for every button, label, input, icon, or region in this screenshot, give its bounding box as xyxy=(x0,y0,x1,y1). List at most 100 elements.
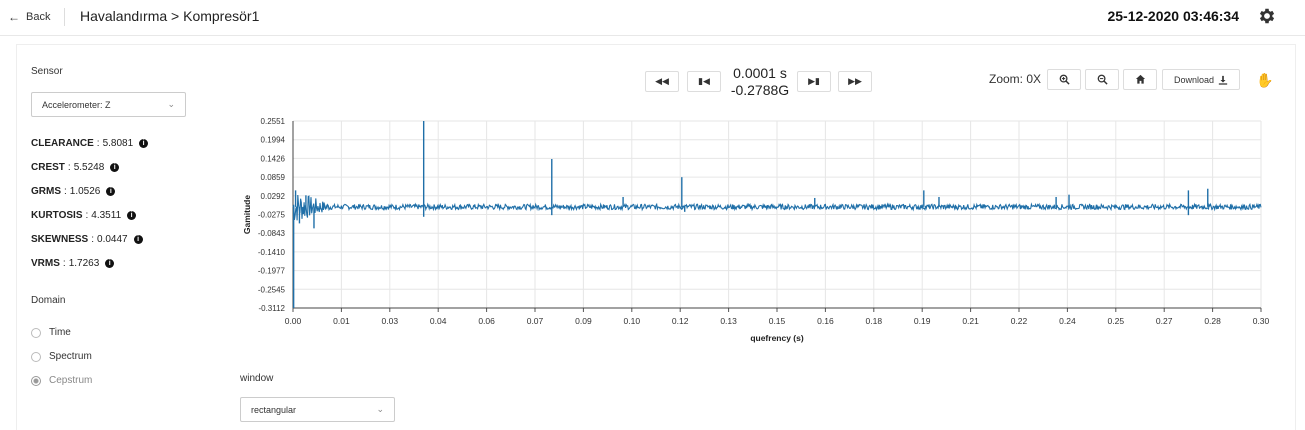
metric-value: 5.8081 xyxy=(102,138,134,149)
y-tick-label: 0.1426 xyxy=(261,154,286,163)
info-icon[interactable]: i xyxy=(110,163,120,172)
breadcrumb: Havalandırma > Kompresör1 xyxy=(80,8,260,24)
x-tick-label: 0.10 xyxy=(624,316,641,326)
back-button[interactable]: ← Back xyxy=(8,10,50,24)
y-tick-label: 0.2551 xyxy=(261,117,286,126)
arrow-left-icon: ← xyxy=(8,10,20,24)
x-tick-label: 0.27 xyxy=(1156,316,1173,326)
y-tick-label: -0.1977 xyxy=(258,267,286,276)
zoom-out-button[interactable] xyxy=(1085,69,1119,90)
x-tick-label: 0.28 xyxy=(1204,316,1221,326)
top-bar: ← Back Havalandırma > Kompresör1 25-12-2… xyxy=(0,0,1305,36)
reset-zoom-button[interactable] xyxy=(1123,69,1157,90)
sensor-label: Sensor xyxy=(31,66,63,77)
metric-grms: GRMS: 1.0526 i xyxy=(31,186,116,197)
zoom-in-button[interactable] xyxy=(1047,69,1081,90)
metric-value: 0.0447 xyxy=(97,234,128,245)
sensor-select[interactable]: Accelerometer: Z ⌄ xyxy=(31,92,186,117)
y-tick-label: 0.1994 xyxy=(261,136,286,145)
x-tick-label: 0.12 xyxy=(672,316,689,326)
info-icon[interactable]: i xyxy=(105,259,115,268)
x-tick-label: 0.25 xyxy=(1108,316,1125,326)
metric-name: CREST xyxy=(31,162,65,173)
x-tick-label: 0.00 xyxy=(285,316,302,326)
x-tick-label: 0.22 xyxy=(1011,316,1028,326)
y-tick-label: -0.3112 xyxy=(258,304,285,313)
metric-name: CLEARANCE xyxy=(31,138,94,149)
chevron-down-icon: ⌄ xyxy=(376,404,384,414)
metric-name: KURTOSIS xyxy=(31,210,83,221)
metric-value: 1.7263 xyxy=(68,258,100,269)
download-button[interactable]: Download xyxy=(1162,69,1240,90)
y-tick-label: -0.1410 xyxy=(258,248,286,257)
y-tick-label: -0.0843 xyxy=(258,229,286,238)
metric-value: 5.5248 xyxy=(73,162,105,173)
window-select[interactable]: rectangular ⌄ xyxy=(240,397,395,422)
x-tick-label: 0.24 xyxy=(1059,316,1076,326)
domain-option-label: Time xyxy=(49,327,71,338)
metric-value: 4.3511 xyxy=(91,210,122,221)
info-icon[interactable]: i xyxy=(133,235,143,244)
domain-option-time[interactable]: Time xyxy=(31,327,71,338)
x-tick-label: 0.16 xyxy=(817,316,834,326)
metric-value: 1.0526 xyxy=(69,186,101,197)
chevron-down-icon: ⌄ xyxy=(167,99,175,109)
y-tick-label: 0.0859 xyxy=(261,173,286,182)
rewind-button[interactable]: ◀◀ xyxy=(645,71,679,92)
x-axis-label: quefrency (s) xyxy=(750,333,804,343)
metric-skewness: SKEWNESS: 0.0447 i xyxy=(31,234,143,245)
download-icon xyxy=(1218,75,1228,85)
y-tick-label: -0.0275 xyxy=(258,211,286,220)
step-forward-icon: ▶▮ xyxy=(808,76,820,86)
metric-crest: CREST: 5.5248 i xyxy=(31,162,120,173)
metric-name: GRMS xyxy=(31,186,61,197)
x-tick-label: 0.01 xyxy=(333,316,350,326)
domain-label: Domain xyxy=(31,295,66,306)
zoom-in-icon xyxy=(1059,74,1070,85)
window-label: window xyxy=(240,373,274,384)
info-icon[interactable]: i xyxy=(106,187,116,196)
y-axis-label: Gamitude xyxy=(242,195,252,234)
metric-name: SKEWNESS xyxy=(31,234,89,245)
fast-forward-button[interactable]: ▶▶ xyxy=(838,71,872,92)
domain-option-label: Spectrum xyxy=(49,351,92,362)
metric-clearance: CLEARANCE: 5.8081 i xyxy=(31,138,149,149)
x-tick-label: 0.21 xyxy=(962,316,979,326)
gear-icon[interactable] xyxy=(1257,6,1277,26)
metric-vrms: VRMS: 1.7263 i xyxy=(31,258,115,269)
x-tick-label: 0.18 xyxy=(866,316,883,326)
info-icon[interactable]: i xyxy=(139,139,149,148)
home-icon xyxy=(1135,74,1145,84)
divider xyxy=(64,8,65,26)
cepstrum-chart[interactable]: 0.2551 0.1994 0.1426 0.0859 0.0292 -0.0275 -0.… xyxy=(236,110,1276,350)
x-tick-label: 0.04 xyxy=(430,316,447,326)
back-label: Back xyxy=(26,11,51,23)
metric-kurtosis: KURTOSIS: 4.3511 i xyxy=(31,210,137,221)
radio-button[interactable] xyxy=(31,351,41,362)
zoom-out-icon xyxy=(1097,74,1108,85)
domain-option-cepstrum[interactable]: Cepstrum xyxy=(31,375,92,386)
domain-option-spectrum[interactable]: Spectrum xyxy=(31,351,92,362)
datetime-display: 25-12-2020 03:46:34 xyxy=(1107,8,1239,24)
x-tick-label: 0.19 xyxy=(914,316,931,326)
x-tick-label: 0.13 xyxy=(720,316,737,326)
x-tick-label: 0.30 xyxy=(1253,316,1270,326)
zoom-level: Zoom: 0X xyxy=(989,72,1042,86)
download-label: Download xyxy=(1173,74,1215,85)
x-tick-label: 0.06 xyxy=(478,316,495,326)
y-tick-label: -0.2545 xyxy=(258,285,286,294)
step-forward-button[interactable]: ▶▮ xyxy=(797,71,831,92)
sensor-select-value: Accelerometer: Z xyxy=(42,99,111,110)
radio-button[interactable] xyxy=(31,327,41,338)
x-tick-label: 0.07 xyxy=(527,316,544,326)
y-tick-label: 0.0292 xyxy=(261,192,286,201)
x-tick-label: 0.03 xyxy=(382,316,399,326)
pan-hand-icon[interactable]: ✋ xyxy=(1256,72,1273,89)
metric-name: VRMS xyxy=(31,258,60,269)
x-tick-label: 0.15 xyxy=(769,316,786,326)
info-icon[interactable]: i xyxy=(127,211,137,220)
fast-forward-icon: ▶▶ xyxy=(848,76,862,86)
radio-button-selected[interactable] xyxy=(31,375,41,386)
x-tick-label: 0.09 xyxy=(575,316,592,326)
window-select-value: rectangular xyxy=(251,404,297,415)
